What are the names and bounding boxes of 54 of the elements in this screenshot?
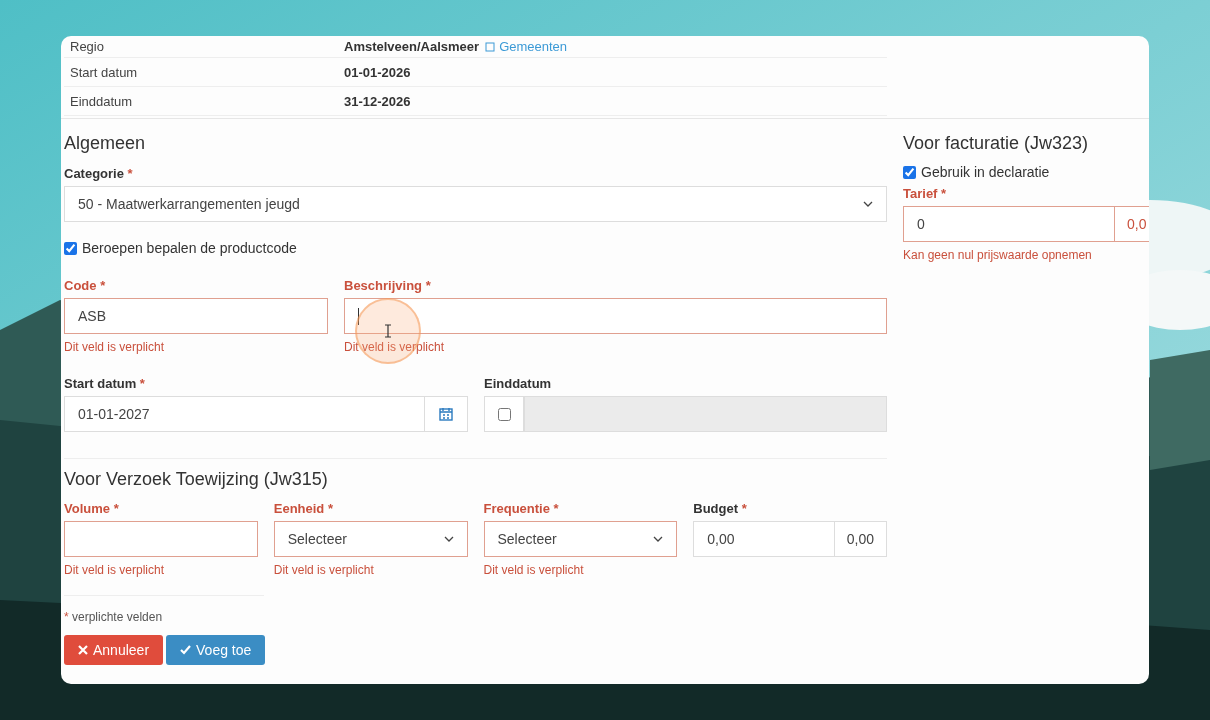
checkbox-label: Beroepen bepalen de productcode	[82, 240, 297, 256]
submit-button[interactable]: Voeg toe	[166, 635, 266, 665]
error-message: Dit veld is verplicht	[483, 563, 585, 577]
info-label: Start datum	[70, 64, 139, 80]
input-addon: 0,00	[834, 521, 887, 557]
field-label: Frequentie *	[483, 501, 560, 516]
text-cursor-icon	[385, 324, 391, 338]
section-title: Algemeen	[64, 133, 147, 154]
info-label: Regio	[70, 39, 105, 54]
info-value: 01-01-2026	[344, 64, 411, 80]
cancel-button[interactable]: Annuleer	[64, 635, 164, 665]
checkbox-label: Gebruik in declaratie	[921, 164, 1050, 180]
start-date-input[interactable]: 01-01-2027	[64, 396, 425, 432]
field-label: Volume *	[64, 501, 120, 516]
end-date-input[interactable]	[524, 396, 887, 432]
calendar-icon	[439, 407, 453, 421]
field-label: Categorie *	[64, 166, 134, 181]
productcode-checkbox[interactable]	[64, 241, 77, 255]
field-label: Eenheid *	[273, 501, 334, 516]
error-message: Kan geen nul prijswaarde opnemen	[903, 248, 1093, 262]
field-label: Einddatum	[484, 376, 553, 391]
description-input[interactable]	[344, 298, 887, 334]
field-label: Beschrijving *	[344, 278, 432, 293]
error-message: Dit veld is verplicht	[64, 563, 166, 577]
info-value: 31-12-2026	[344, 93, 411, 109]
end-date-checkbox[interactable]	[497, 407, 511, 421]
budget-input[interactable]: 0,00	[693, 521, 835, 557]
copy-icon	[485, 41, 497, 52]
error-message: Dit veld is verplicht	[344, 340, 446, 354]
select-field[interactable]: Selecteer	[483, 521, 678, 557]
declaration-checkbox[interactable]	[903, 165, 916, 179]
chevron-down-icon	[653, 536, 664, 542]
field-label: Tarief *	[903, 186, 948, 201]
info-label: Einddatum	[70, 93, 134, 109]
close-icon	[78, 645, 88, 655]
field-label: Start datum *	[64, 376, 146, 391]
code-input[interactable]: ASB	[64, 298, 328, 334]
field-label: Code *	[64, 278, 107, 293]
tariff-input[interactable]: 0	[903, 206, 1115, 242]
calendar-button[interactable]	[425, 396, 468, 432]
error-message: Dit veld is verplicht	[273, 563, 375, 577]
field-label: Budget *	[693, 501, 748, 516]
error-message: Dit veld is verplicht	[64, 340, 166, 354]
section-title: Voor facturatie (Jw323)	[903, 133, 1090, 154]
required-note: * verplichte velden	[64, 610, 164, 624]
volume-input[interactable]	[64, 521, 258, 557]
info-value: Amstelveen/Aalsmeer	[344, 39, 480, 54]
category-select[interactable]: 50 - Maatwerkarrangementen jeugd	[64, 186, 887, 222]
check-icon	[180, 645, 192, 655]
chevron-down-icon	[863, 201, 873, 207]
input-addon: 0,0	[1115, 206, 1149, 242]
section-title: Voor Verzoek Toewijzing (Jw315)	[64, 469, 329, 490]
select-field[interactable]: Selecteer	[273, 521, 468, 557]
chevron-down-icon	[443, 536, 454, 542]
